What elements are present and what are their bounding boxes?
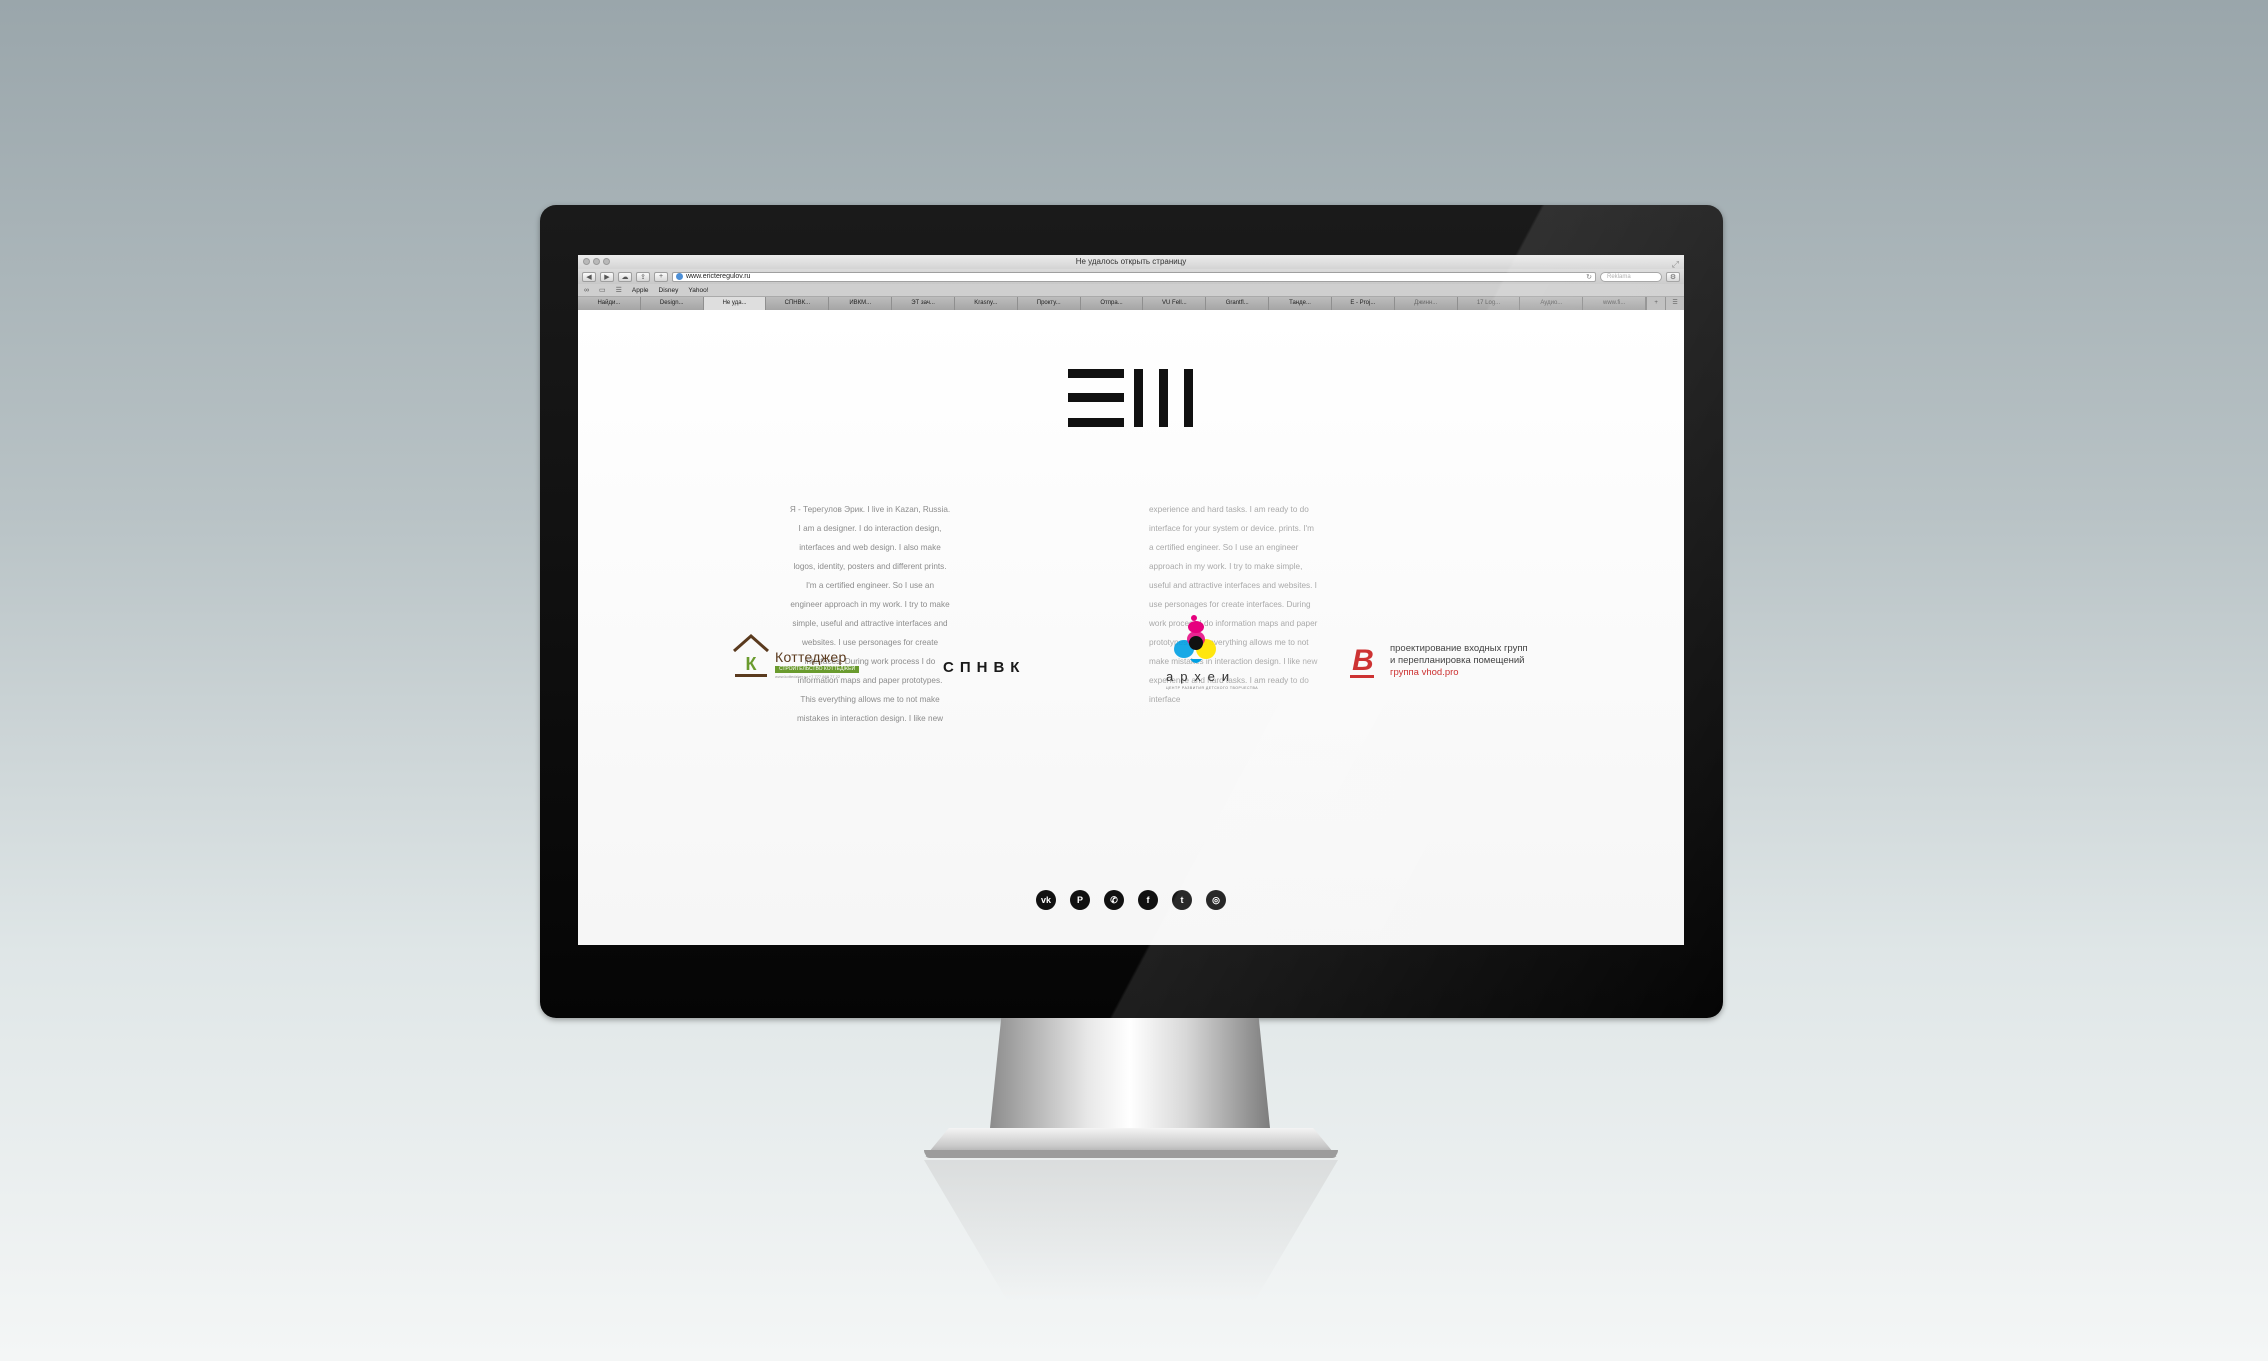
window-title: Не удалось открыть страницу bbox=[1075, 257, 1187, 266]
top-sites-icon[interactable]: ☰ bbox=[616, 286, 622, 294]
page-content: Я - Терегулов Эрик. I live in Kazan, Rus… bbox=[578, 313, 1684, 945]
minimize-window-button[interactable] bbox=[593, 258, 600, 265]
tab[interactable]: Grantfl... bbox=[1206, 297, 1270, 310]
pinterest-icon[interactable]: P bbox=[1070, 890, 1090, 910]
kottedzher-contacts: www.kottedzher.ru +7 777 888 77 22 bbox=[775, 674, 841, 679]
monitor-stand-neck bbox=[990, 1018, 1270, 1128]
tab[interactable]: 17 Log... bbox=[1457, 297, 1521, 310]
tab[interactable]: Найди... bbox=[578, 297, 641, 310]
browser-titlebar: Не удалось открыть страницу ⤢ bbox=[578, 255, 1684, 269]
tab[interactable]: ИВКМ... bbox=[829, 297, 893, 310]
vhod-line-2: и перепланировка помещений bbox=[1390, 655, 1525, 666]
search-field[interactable]: Reklama bbox=[1600, 271, 1662, 282]
address-bar[interactable]: www.ericteregulov.ru ↻ bbox=[672, 271, 1596, 282]
settings-button[interactable]: ⚙ bbox=[1666, 271, 1680, 282]
fullscreen-icon[interactable]: ⤢ bbox=[1672, 257, 1679, 271]
tab[interactable]: Прокту... bbox=[1017, 297, 1081, 310]
house-icon: К bbox=[733, 633, 769, 677]
site-logo[interactable] bbox=[1068, 369, 1194, 427]
whatsapp-icon[interactable]: ✆ bbox=[1104, 890, 1124, 910]
new-tab-button[interactable]: + bbox=[1646, 297, 1666, 310]
bookmark-disney[interactable]: Disney bbox=[659, 287, 679, 294]
client-logo-arhei[interactable]: археи ЦЕНТР РАЗВИТИЯ ДЕТСКОГО ТВОРЧЕСТВА bbox=[1146, 613, 1259, 703]
tab[interactable]: ЭТ зач... bbox=[892, 297, 955, 310]
client-logos: К Коттеджер СТРОИТЕЛЬСТВО КОТТЕДЖЕЙ www.… bbox=[578, 613, 1684, 703]
forward-button[interactable]: ▶ bbox=[600, 271, 614, 282]
tab[interactable]: СПНВК... bbox=[766, 297, 830, 310]
zoom-window-button[interactable] bbox=[603, 258, 610, 265]
social-links: vk P ✆ f t ◎ bbox=[578, 890, 1684, 910]
arhei-mark-icon bbox=[1174, 615, 1216, 663]
monitor-stand-reflection bbox=[924, 1160, 1338, 1300]
tab[interactable]: Отпра... bbox=[1080, 297, 1144, 310]
tab[interactable]: VU Fell... bbox=[1143, 297, 1207, 310]
tab[interactable]: www.fi... bbox=[1583, 297, 1647, 310]
tab[interactable]: E - Proj... bbox=[1331, 297, 1395, 310]
kottedzher-tagline: СТРОИТЕЛЬСТВО КОТТЕДЖЕЙ bbox=[775, 666, 859, 673]
browser-toolbar: ◀ ▶ ☁ ⇪ + www.ericteregulov.ru ↻ Reklama… bbox=[578, 269, 1684, 284]
tab[interactable]: Танде... bbox=[1269, 297, 1332, 310]
kottedzher-name: Коттеджер bbox=[775, 649, 847, 665]
reload-icon[interactable]: ↻ bbox=[1586, 273, 1592, 281]
search-field-placeholder: Reklama bbox=[1607, 273, 1631, 280]
arhei-subtitle: ЦЕНТР РАЗВИТИЯ ДЕТСКОГО ТВОРЧЕСТВА bbox=[1166, 686, 1259, 690]
site-favicon-icon bbox=[676, 273, 683, 280]
back-button[interactable]: ◀ bbox=[582, 271, 596, 282]
add-bookmark-button[interactable]: + bbox=[654, 271, 668, 282]
bookmarks-bar: ∞ ▭ ☰ Apple Disney Yahoo! bbox=[578, 284, 1684, 297]
tab[interactable]: Design... bbox=[640, 297, 704, 310]
arhei-name: археи bbox=[1166, 669, 1237, 684]
vhod-mark-icon: B bbox=[1350, 644, 1374, 678]
vhod-line-1: проектирование входных групп bbox=[1390, 643, 1528, 654]
client-logo-kottedzher[interactable]: К Коттеджер СТРОИТЕЛЬСТВО КОТТЕДЖЕЙ www.… bbox=[731, 633, 861, 679]
address-bar-url: www.ericteregulov.ru bbox=[686, 273, 751, 280]
bookmark-apple[interactable]: Apple bbox=[632, 287, 649, 294]
client-logo-spnvk[interactable]: СПНВК bbox=[943, 659, 1025, 676]
monitor: Не удалось открыть страницу ⤢ ◀ ▶ ☁ ⇪ + … bbox=[540, 205, 1723, 1018]
tab-bar: Найди... Design... Не уда... СПНВК... ИВ… bbox=[578, 297, 1684, 310]
twitter-icon[interactable]: t bbox=[1172, 890, 1192, 910]
icloud-tabs-button[interactable]: ☁ bbox=[618, 271, 632, 282]
share-button[interactable]: ⇪ bbox=[636, 271, 650, 282]
tab-overview-icon[interactable]: ☰ bbox=[1665, 297, 1684, 310]
vhod-link[interactable]: группа vhod.pro bbox=[1390, 667, 1528, 679]
tab[interactable]: Krasny... bbox=[954, 297, 1018, 310]
client-logo-vhod[interactable]: B проектирование входных групп и перепла… bbox=[1346, 643, 1546, 687]
bookmarks-book-icon[interactable]: ▭ bbox=[599, 286, 606, 294]
window-controls bbox=[583, 258, 610, 265]
instagram-icon[interactable]: ◎ bbox=[1206, 890, 1226, 910]
tab[interactable]: Джинн... bbox=[1394, 297, 1458, 310]
bookmark-yahoo[interactable]: Yahoo! bbox=[688, 287, 708, 294]
tab[interactable]: Аудио... bbox=[1520, 297, 1584, 310]
facebook-icon[interactable]: f bbox=[1138, 890, 1158, 910]
kottedzher-letter: К bbox=[746, 654, 758, 674]
browser-window: Не удалось открыть страницу ⤢ ◀ ▶ ☁ ⇪ + … bbox=[578, 255, 1684, 945]
reading-list-icon[interactable]: ∞ bbox=[584, 287, 589, 294]
vk-icon[interactable]: vk bbox=[1036, 890, 1056, 910]
tab-active[interactable]: Не уда... bbox=[703, 297, 767, 310]
vhod-letter: B bbox=[1352, 644, 1374, 677]
vhod-description: проектирование входных групп и переплани… bbox=[1390, 643, 1528, 679]
monitor-stand-edge bbox=[924, 1150, 1338, 1158]
close-window-button[interactable] bbox=[583, 258, 590, 265]
